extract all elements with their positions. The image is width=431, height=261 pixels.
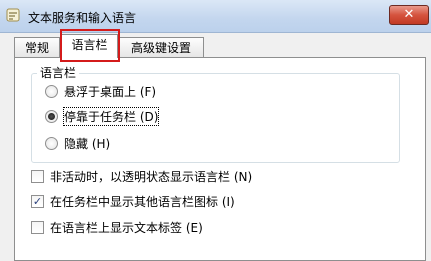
radio-float-on-desktop-label: 悬浮于桌面上 (F) [64,84,157,99]
language-bar-group-title: 语言栏 [37,64,80,81]
annotation-highlight-box [60,29,120,62]
radio-selected-dot [48,112,55,120]
radio-dock-in-taskbar[interactable]: 停靠于任务栏 (D) [45,106,160,126]
radio-float-on-desktop[interactable]: 悬浮于桌面上 (F) [45,83,156,99]
checkbox-transparent-when-inactive-label: 非活动时，以透明状态显示语言栏 (N) [50,169,253,184]
checkbox[interactable] [31,220,44,234]
radio-dock-in-taskbar-label: 停靠于任务栏 (D) [62,106,160,126]
checkbox[interactable]: ✓ [31,194,44,208]
checkbox[interactable] [31,169,44,183]
radio-button[interactable] [45,136,58,150]
tab-advanced-key-settings-label: 高级键设置 [130,41,191,55]
tab-advanced-key-settings[interactable]: 高级键设置 [118,37,204,57]
checkbox-transparent-when-inactive[interactable]: 非活动时，以透明状态显示语言栏 (N) [31,168,252,184]
window-title: 文本服务和输入语言 [28,11,137,25]
checkbox-show-text-labels-label: 在语言栏上显示文本标签 (E) [50,220,203,235]
radio-hidden[interactable]: 隐藏 (H) [45,135,110,151]
checkbox-show-extra-icons[interactable]: ✓ 在任务栏中显示其他语言栏图标 (I) [31,193,235,209]
text-services-icon [6,8,20,22]
checkbox-show-extra-icons-label: 在任务栏中显示其他语言栏图标 (I) [50,194,235,209]
checkmark-icon: ✓ [32,194,43,208]
checkbox-show-text-labels[interactable]: 在语言栏上显示文本标签 (E) [31,219,203,235]
close-icon: ✕ [403,7,415,22]
tab-general[interactable]: 常规 [14,37,60,57]
radio-hidden-label: 隐藏 (H) [64,136,111,151]
close-button[interactable]: ✕ [389,5,429,25]
radio-button[interactable] [45,84,58,98]
radio-button[interactable] [45,109,58,123]
tab-general-label: 常规 [24,41,49,55]
